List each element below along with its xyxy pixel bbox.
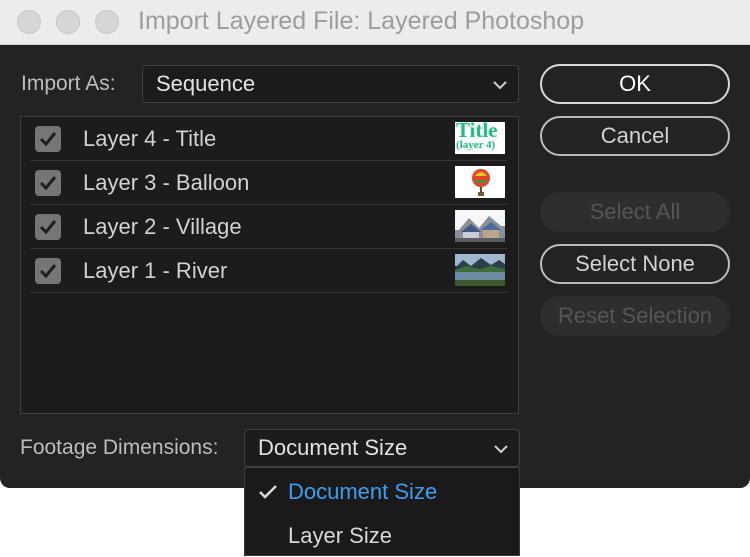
layer-4-checkbox[interactable]	[35, 126, 61, 152]
chevron-down-icon	[493, 81, 507, 90]
layer-row[interactable]: Layer 2 - Village	[21, 205, 518, 249]
balloon-thumbnail	[455, 166, 505, 198]
layer-1-checkbox[interactable]	[35, 258, 61, 284]
zoom-window-button[interactable]	[95, 10, 119, 34]
balloon-icon	[472, 169, 490, 196]
minimize-window-button[interactable]	[56, 10, 80, 34]
import-dialog: Import Layered File: Layered Photoshop I…	[0, 0, 750, 488]
import-as-select[interactable]: Sequence	[142, 65, 519, 103]
menu-item-label: Document Size	[288, 479, 438, 504]
checkmark-icon	[39, 264, 57, 279]
layer-list: Layer 4 - Title Title (layer 4) Layer 3 …	[20, 116, 519, 414]
layer-2-checkbox[interactable]	[35, 214, 61, 240]
layer-row[interactable]: Layer 1 - River	[21, 249, 518, 293]
import-as-label: Import As:	[21, 72, 116, 95]
checkmark-icon	[39, 176, 57, 191]
village-icon	[455, 210, 505, 242]
layer-row[interactable]: Layer 3 - Balloon	[21, 161, 518, 205]
title-text-thumbnail: Title (layer 4)	[455, 122, 505, 154]
footage-dimensions-menu: Document Size Layer Size	[244, 467, 520, 556]
thumb-subtitle-text: (layer 4)	[456, 139, 496, 151]
select-all-button[interactable]: Select All	[540, 192, 730, 232]
layer-label: Layer 1 - River	[83, 258, 228, 283]
title-bar: Import Layered File: Layered Photoshop	[0, 0, 750, 45]
footage-dimensions-value: Document Size	[258, 435, 408, 460]
checkmark-icon	[39, 132, 57, 147]
river-icon	[455, 254, 505, 286]
window-title: Import Layered File: Layered Photoshop	[138, 7, 585, 35]
chevron-down-icon	[494, 445, 508, 454]
layer-label: Layer 4 - Title	[83, 126, 217, 151]
layer-3-checkbox[interactable]	[35, 170, 61, 196]
river-thumbnail	[455, 254, 505, 286]
close-window-button[interactable]	[17, 10, 41, 34]
village-thumbnail	[455, 210, 505, 242]
layer-row[interactable]: Layer 4 - Title Title (layer 4)	[21, 117, 518, 161]
layer-label: Layer 3 - Balloon	[83, 170, 250, 195]
select-none-button[interactable]: Select None	[540, 244, 730, 284]
reset-selection-button[interactable]: Reset Selection	[540, 296, 730, 336]
menu-item-label: Layer Size	[288, 523, 392, 548]
checkmark-icon	[259, 485, 277, 499]
layer-label: Layer 2 - Village	[83, 214, 242, 239]
cancel-button[interactable]: Cancel	[540, 116, 730, 156]
menu-item-layer-size[interactable]: Layer Size	[245, 513, 519, 557]
checkmark-icon	[39, 220, 57, 235]
ok-button[interactable]: OK	[540, 64, 730, 104]
menu-item-document-size[interactable]: Document Size	[245, 469, 519, 513]
footage-dimensions-label: Footage Dimensions:	[20, 436, 219, 459]
import-as-value: Sequence	[156, 71, 256, 96]
footage-dimensions-select[interactable]: Document Size	[244, 429, 520, 467]
